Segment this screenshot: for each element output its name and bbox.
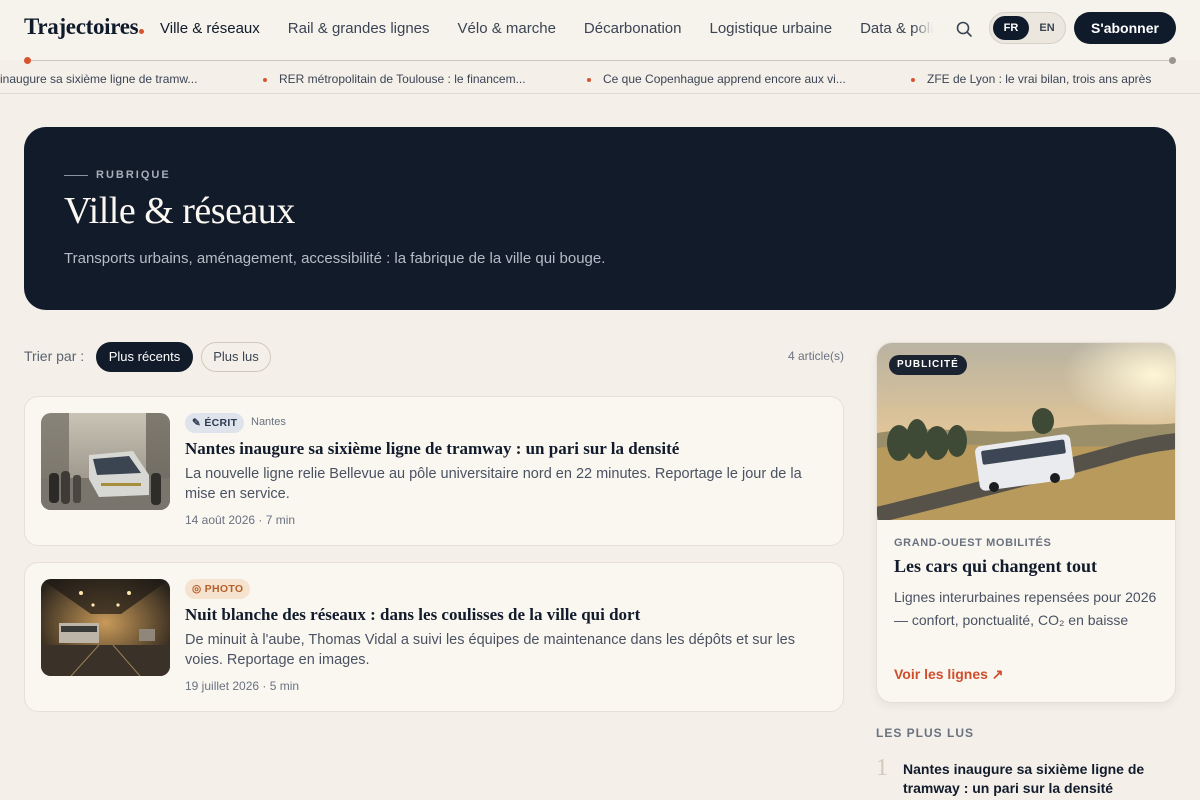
- language-switcher: FR EN: [989, 12, 1066, 44]
- most-read-rank: 1: [876, 755, 888, 781]
- ad-title[interactable]: Les cars qui changent tout: [894, 556, 1097, 577]
- site-logo[interactable]: Trajectoires: [24, 14, 145, 40]
- nav-item-decarbonation[interactable]: Décarbonation: [584, 20, 682, 37]
- lang-fr-button[interactable]: FR: [993, 16, 1029, 40]
- nav-item-logistique[interactable]: Logistique urbaine: [710, 20, 833, 37]
- article-title[interactable]: Nuit blanche des réseaux : dans les coul…: [185, 605, 825, 625]
- article-card[interactable]: ✎ ÉCRIT Nantes Nantes inaugure sa sixièm…: [24, 396, 844, 546]
- sort-popular-button[interactable]: Plus lus: [201, 342, 271, 372]
- most-read-item-title[interactable]: Nantes inaugure sa sixième ligne de tram…: [903, 760, 1173, 798]
- ad-advertiser: GRAND-OUEST MOBILITÉS: [894, 537, 1052, 549]
- ticker-item[interactable]: Ce que Copenhague apprend encore aux vi.…: [603, 72, 846, 86]
- reading-progress-track: [28, 60, 1173, 61]
- lang-en-button[interactable]: EN: [1032, 16, 1062, 40]
- news-ticker: inaugure sa sixième ligne de tramw... RE…: [0, 66, 1200, 94]
- sponsored-card[interactable]: PUBLICITÉ GRAND-OUEST MOBILITÉS Les cars…: [876, 342, 1176, 703]
- article-title[interactable]: Nantes inaugure sa sixième ligne de tram…: [185, 439, 825, 459]
- ticker-item[interactable]: ZFE de Lyon : le vrai bilan, trois ans a…: [927, 72, 1151, 86]
- ticker-bullet: [587, 78, 591, 82]
- nav-fade: [913, 0, 933, 56]
- reading-progress-start: [24, 57, 31, 64]
- article-card[interactable]: ◎ PHOTO Nuit blanche des réseaux : dans …: [24, 562, 844, 712]
- article-thumbnail-depot[interactable]: [41, 579, 170, 676]
- site-header: Trajectoires Ville & réseaux Rail & gran…: [0, 0, 1200, 64]
- ticker-bullet: [911, 78, 915, 82]
- ticker-item[interactable]: inaugure sa sixième ligne de tramw...: [0, 72, 197, 86]
- kicker-rule: [64, 175, 88, 176]
- section-kicker: RUBRIQUE: [96, 169, 171, 181]
- logo-dot: [139, 29, 145, 34]
- ad-description: Lignes interurbaines repensées pour 2026…: [894, 589, 1157, 628]
- section-hero: RUBRIQUE Ville & réseaux Transports urba…: [24, 127, 1176, 310]
- article-type-badge: ✎ ÉCRIT: [185, 413, 245, 433]
- article-count: 4 article(s): [787, 349, 844, 363]
- main-nav: Ville & réseaux Rail & grandes lignes Vé…: [160, 0, 933, 56]
- nav-item-rail[interactable]: Rail & grandes lignes: [288, 20, 430, 37]
- article-meta: 19 juillet 2026 · 5 min: [185, 679, 300, 693]
- article-location: Nantes: [251, 416, 286, 428]
- ticker-item[interactable]: RER métropolitain de Toulouse : le finan…: [279, 72, 526, 86]
- nav-item-ville-reseaux[interactable]: Ville & réseaux: [160, 20, 260, 37]
- article-type-badge: ◎ PHOTO: [185, 579, 251, 599]
- most-read-heading: LES PLUS LUS: [876, 726, 975, 740]
- sort-label: Trier par :: [24, 348, 85, 364]
- subscribe-button[interactable]: S'abonner: [1074, 12, 1176, 44]
- article-thumbnail-tram[interactable]: [41, 413, 170, 510]
- article-excerpt: La nouvelle ligne relie Bellevue au pôle…: [185, 466, 802, 502]
- article-meta: 14 août 2026 · 7 min: [185, 513, 296, 527]
- ad-label-badge: PUBLICITÉ: [889, 355, 967, 375]
- sort-recent-button[interactable]: Plus récents: [96, 342, 193, 372]
- ad-cta-link[interactable]: Voir les lignes ↗: [894, 666, 1004, 683]
- ticker-bullet: [263, 78, 267, 82]
- section-subtitle: Transports urbains, aménagement, accessi…: [64, 250, 606, 267]
- search-icon[interactable]: [953, 18, 975, 40]
- nav-item-velo[interactable]: Vélo & marche: [458, 20, 556, 37]
- reading-progress-end: [1169, 57, 1176, 64]
- article-excerpt: De minuit à l'aube, Thomas Vidal a suivi…: [185, 632, 795, 668]
- section-title: Ville & réseaux: [64, 190, 295, 232]
